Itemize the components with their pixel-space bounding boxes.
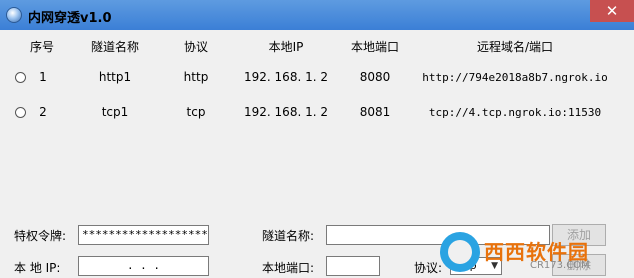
header-remote: 远程域名/端口 [476, 40, 554, 54]
title-bar: 内网穿透v1.0 ✕ [0, 0, 634, 30]
watermark-logo: 西西软件园 CR173.COM [440, 232, 620, 272]
row-protocol: http [183, 70, 209, 84]
token-field[interactable]: ************************ [78, 225, 209, 245]
local-port-label: 本地端口: [262, 261, 315, 275]
header-tunnel-name: 隧道名称 [90, 40, 140, 54]
watermark-url: CR173.COM [530, 260, 590, 271]
local-port-field[interactable] [326, 256, 380, 276]
header-protocol: 协议 [183, 40, 209, 54]
row-select-radio[interactable] [15, 107, 26, 118]
row-select-radio[interactable] [15, 72, 26, 83]
table-row[interactable]: 1 http1 http 192. 168. 1. 2 8080 http://… [0, 68, 634, 90]
local-ip-label: 本 地 IP: [14, 261, 61, 275]
table-row[interactable]: 2 tcp1 tcp 192. 168. 1. 2 8081 tcp://4.t… [0, 103, 634, 125]
row-tunnel-name: http1 [98, 70, 132, 84]
tunnel-name-label: 隧道名称: [262, 229, 315, 243]
row-local-ip: 192. 168. 1. 2 [244, 70, 328, 84]
row-local-port: 8081 [359, 105, 391, 119]
header-local-port: 本地端口 [350, 40, 400, 54]
watermark-ring-icon [440, 232, 480, 272]
token-label: 特权令牌: [14, 229, 67, 243]
window-title: 内网穿透v1.0 [28, 11, 112, 26]
row-local-ip: 192. 168. 1. 2 [244, 105, 328, 119]
protocol-label: 协议: [414, 261, 443, 275]
app-globe-icon [6, 7, 22, 23]
row-remote: http://794e2018a8b7.ngrok.io [422, 71, 608, 84]
close-button[interactable]: ✕ [590, 0, 634, 22]
row-index: 2 [39, 105, 47, 119]
header-index: 序号 [29, 40, 55, 54]
local-ip-field[interactable]: . . . [78, 256, 209, 276]
row-tunnel-name: tcp1 [101, 105, 129, 119]
row-local-port: 8080 [359, 70, 391, 84]
row-protocol: tcp [186, 105, 206, 119]
row-index: 1 [39, 70, 47, 84]
header-local-ip: 本地IP [268, 40, 304, 54]
row-remote: tcp://4.tcp.ngrok.io:11530 [428, 106, 602, 119]
